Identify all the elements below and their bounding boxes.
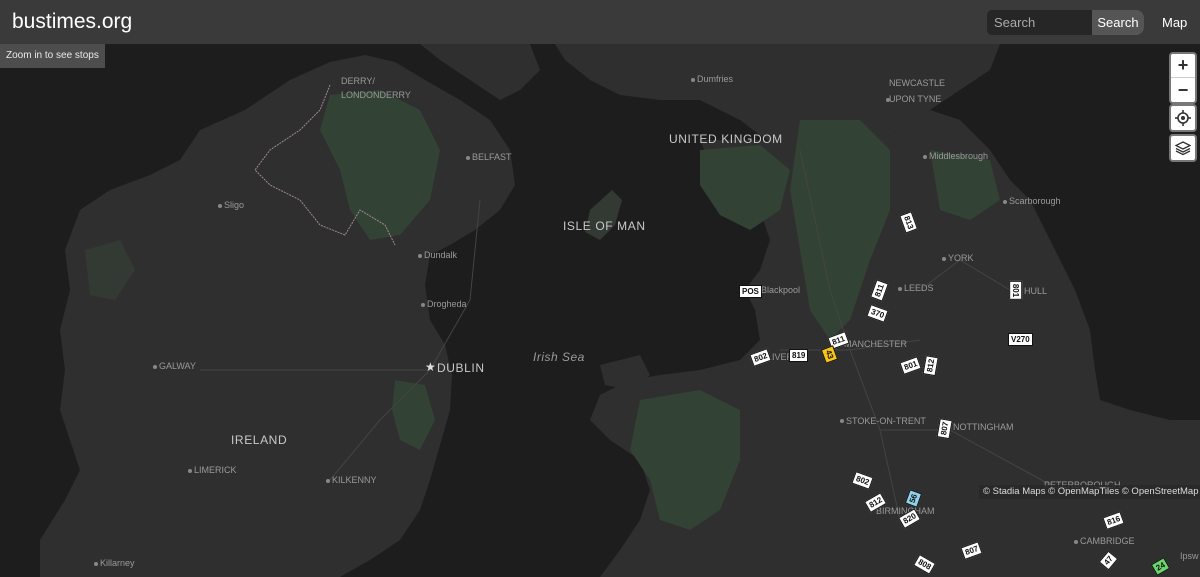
label-belfast: BELFAST: [472, 152, 512, 162]
label-middlesbrough: Middlesbrough: [929, 151, 989, 161]
label-ipswich: Ipsw: [1180, 551, 1199, 561]
search-form: Search: [987, 10, 1144, 35]
dot-galway: [153, 365, 157, 369]
label-limerick: LIMERICK: [194, 465, 237, 475]
dot-sligo: [218, 204, 222, 208]
locate-control: [1169, 104, 1197, 132]
label-scarborough: Scarborough: [1009, 196, 1061, 206]
dot-belfast: [466, 156, 470, 160]
layers-control: [1169, 134, 1197, 162]
label-ireland: IRELAND: [231, 433, 288, 447]
dot-stoke: [840, 419, 844, 423]
dot-leeds: [898, 287, 902, 291]
zoom-out-button[interactable]: −: [1171, 78, 1195, 102]
map-attribution[interactable]: © Stadia Maps © OpenMapTiles © OpenStree…: [979, 485, 1200, 499]
label-dublin: DUBLIN: [437, 361, 485, 375]
label-drogheda: Drogheda: [427, 299, 467, 309]
dot-killarney: [94, 562, 98, 566]
dot-kilkenny: [326, 479, 330, 483]
bus-marker[interactable]: POS: [739, 285, 762, 298]
label-nottingham: NOTTINGHAM: [953, 422, 1014, 432]
dot-dundalk: [418, 254, 422, 258]
dot-scarborough: [1003, 200, 1007, 204]
label-stoke: STOKE-ON-TRENT: [846, 416, 926, 426]
label-blackpool: Blackpool: [761, 285, 801, 295]
label-upon-tyne: UPON TYNE: [889, 94, 942, 104]
locate-icon: [1175, 110, 1191, 126]
label-londonderry: LONDONDERRY: [341, 90, 411, 100]
label-hull: HULL: [1024, 286, 1048, 296]
search-input[interactable]: [987, 10, 1092, 35]
layers-icon: [1175, 141, 1191, 156]
label-sligo: Sligo: [224, 200, 245, 210]
label-newcastle: NEWCASTLE: [889, 78, 946, 88]
label-kilkenny: KILKENNY: [332, 475, 377, 485]
bus-marker[interactable]: 819: [789, 349, 809, 362]
label-galway: GALWAY: [159, 361, 196, 371]
bus-marker[interactable]: V270: [1008, 333, 1033, 346]
dot-york: [942, 257, 946, 261]
zoom-in-button[interactable]: +: [1171, 54, 1195, 78]
label-dundalk: Dundalk: [424, 250, 458, 260]
label-manchester: MANCHESTER: [844, 339, 908, 349]
header-bar: bustimes.org Search Map: [0, 0, 1200, 44]
label-derry: DERRY/: [341, 76, 375, 86]
site-title-link[interactable]: bustimes.org: [12, 10, 132, 34]
label-leeds: LEEDS: [904, 283, 934, 293]
dot-limerick: [188, 469, 192, 473]
dot-middlesbrough: [923, 155, 927, 159]
locate-button[interactable]: [1171, 106, 1195, 130]
zoom-control: + −: [1169, 52, 1197, 104]
dot-dumfries: [691, 78, 695, 82]
dot-cambridge: [1074, 540, 1078, 544]
label-killarney: Killarney: [100, 558, 135, 568]
label-york: YORK: [948, 253, 974, 263]
label-dumfries: Dumfries: [697, 74, 734, 84]
land-ireland: [40, 55, 515, 577]
search-button[interactable]: Search: [1092, 10, 1144, 35]
layers-button[interactable]: [1171, 136, 1195, 160]
label-irish-sea: Irish Sea: [533, 350, 585, 364]
label-cambridge: CAMBRIDGE: [1080, 536, 1135, 546]
star-icon: ★: [425, 360, 436, 374]
bus-marker[interactable]: 801: [1009, 280, 1023, 301]
map-link[interactable]: Map: [1162, 15, 1187, 30]
zoom-notice: Zoom in to see stops: [0, 44, 105, 68]
label-isle-of-man: ISLE OF MAN: [563, 219, 646, 233]
label-united-kingdom: UNITED KINGDOM: [669, 132, 783, 146]
dot-drogheda: [421, 303, 425, 307]
